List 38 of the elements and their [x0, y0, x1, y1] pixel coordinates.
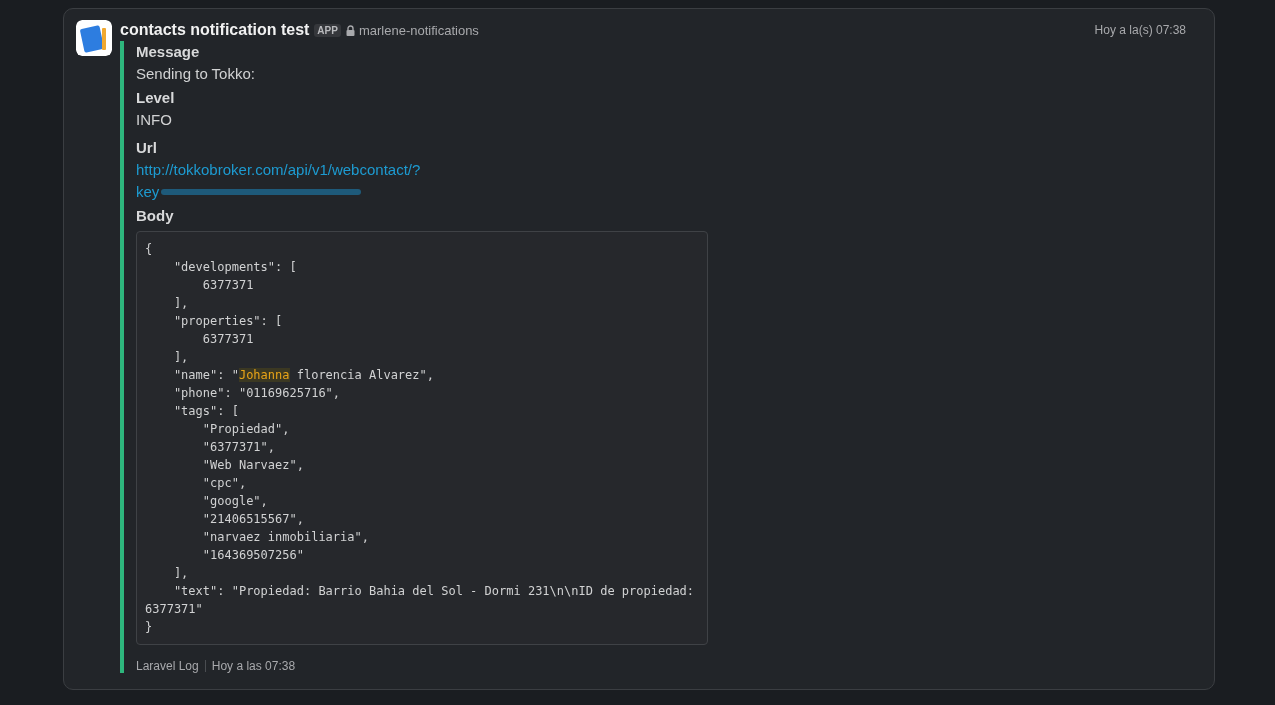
- url-link[interactable]: http://tokkobroker.com/api/v1/webcontact/?: [136, 159, 421, 181]
- code-line: "phone": "01169625716",: [172, 385, 342, 402]
- field-title: Level: [136, 88, 176, 108]
- code-line: "developments": [: [172, 259, 298, 276]
- code-line: "Web Narvaez",: [201, 457, 305, 474]
- code-line: "name": "Johanna florencia Alvarez",: [172, 367, 435, 384]
- app-badge: APP: [314, 23, 341, 37]
- lock-icon: [345, 24, 355, 36]
- code-line: }: [145, 619, 154, 636]
- footer-source: Laravel Log: [136, 659, 199, 673]
- code-line: "6377371",: [201, 439, 277, 456]
- code-line: "164369507256": [201, 547, 305, 564]
- channel-name[interactable]: marlene-notifications: [358, 22, 479, 38]
- field-title: Body: [136, 206, 175, 226]
- field-value: INFO: [136, 110, 173, 130]
- code-line: "properties": [: [172, 313, 284, 330]
- code-line: 6377371: [201, 331, 255, 348]
- code-line: "Propiedad",: [201, 421, 291, 438]
- app-avatar-icon: [76, 20, 112, 56]
- code-line: 6377371": [145, 601, 204, 618]
- footer-time: Hoy a las 07:38: [211, 659, 296, 673]
- code-line: "google",: [201, 493, 269, 510]
- field-value: Sending to Tokko:: [136, 64, 256, 84]
- code-line: 6377371: [201, 277, 255, 294]
- code-line: {: [145, 241, 154, 258]
- message-time[interactable]: Hoy a la(s) 07:38: [1094, 23, 1186, 37]
- sender-name[interactable]: contacts notification test: [120, 21, 310, 39]
- code-line: ],: [172, 349, 190, 366]
- code-line: ],: [172, 295, 190, 312]
- code-line: "21406515567",: [201, 511, 305, 528]
- code-line: "tags": [: [172, 403, 240, 420]
- code-line: ],: [172, 565, 190, 582]
- field-title: Url: [136, 138, 158, 158]
- code-line: "text": "Propiedad: Barrio Bahia del Sol - Dormi 231\n\nID de propiedad:: [172, 583, 696, 600]
- url-link[interactable]: key: [136, 181, 160, 203]
- field-title: Message: [136, 42, 201, 62]
- code-line: "cpc",: [201, 475, 248, 492]
- code-line: "narvaez inmobiliaria",: [201, 529, 370, 546]
